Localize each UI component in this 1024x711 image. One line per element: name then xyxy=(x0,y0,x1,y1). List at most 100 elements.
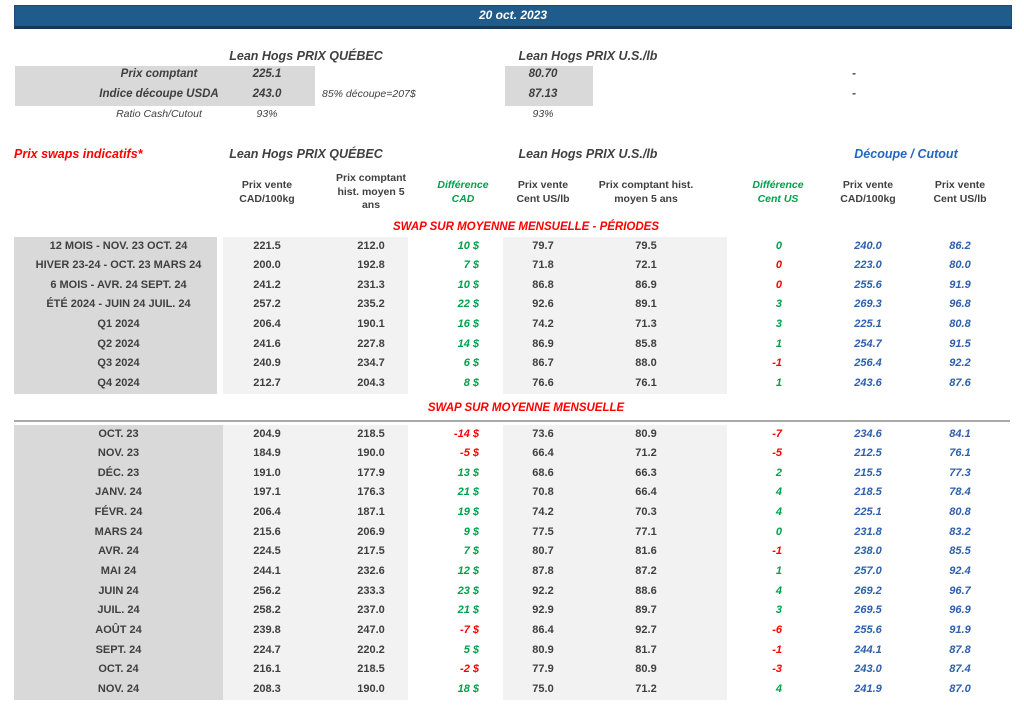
swaps-column-headers: Prix vente CAD/100kg Prix comptant hist.… xyxy=(14,172,1010,219)
us-difference: 3 xyxy=(775,298,782,311)
us-sale-price: 74.2 xyxy=(532,506,554,519)
spot-row-ratio: Ratio Cash/Cutout 93% 93% xyxy=(14,106,1010,126)
cutout-us-price: 76.1 xyxy=(949,447,971,460)
us-difference: 2 xyxy=(775,466,782,479)
us-sale-price: 80.7 xyxy=(532,545,554,558)
us-hist-price: 71.3 xyxy=(635,318,657,331)
cad-sale-price: 208.3 xyxy=(253,682,281,695)
cad-sale-price: 216.1 xyxy=(253,663,281,676)
cad-difference: 16 $ xyxy=(457,318,479,331)
us-hist-price: 92.7 xyxy=(635,623,657,636)
cad-difference: 21 $ xyxy=(457,604,479,617)
price-report-sheet: 20 oct. 2023 Lean Hogs PRIX QUÉBEC Lean … xyxy=(0,0,1024,711)
cutout-us-price: 87.4 xyxy=(949,663,971,676)
spot-us-value: 87.13 xyxy=(528,88,558,100)
spot-quebec-title: Lean Hogs PRIX QUÉBEC xyxy=(229,49,383,63)
row-label: JANV. 24 xyxy=(95,486,142,499)
swap-periods-table: 12 MOIS - NOV. 23 OCT. 24 221.5 212.0 10… xyxy=(14,237,1010,395)
cutout-cad-price: 225.1 xyxy=(854,318,882,331)
cad-sale-price: 191.0 xyxy=(253,466,281,479)
table-row: OCT. 23 204.9 218.5 -14 $ 73.6 80.9 -7 2… xyxy=(14,425,1010,445)
us-difference: -1 xyxy=(772,545,782,558)
cad-difference: 10 $ xyxy=(457,278,479,291)
us-hist-price: 89.1 xyxy=(635,298,657,311)
row-label: NOV. 23 xyxy=(97,447,140,460)
cad-sale-price: 224.7 xyxy=(253,643,281,656)
cutout-us-price: 86.2 xyxy=(949,239,971,252)
cad-difference: 7 $ xyxy=(463,545,479,558)
cad-difference: 9 $ xyxy=(463,525,479,538)
us-sale-price: 86.9 xyxy=(532,337,554,350)
row-label: JUIL. 24 xyxy=(97,604,140,617)
cad-sale-price: 204.9 xyxy=(253,427,281,440)
cutout-cad-price: 223.0 xyxy=(854,259,882,272)
cad-difference: 21 $ xyxy=(457,486,479,499)
cutout-cad-price: 269.2 xyxy=(854,584,882,597)
row-label: AVR. 24 xyxy=(98,545,139,558)
us-sale-price: 68.6 xyxy=(532,466,554,479)
col-header-hist-us: Prix comptant hist. moyen 5 ans xyxy=(598,179,694,205)
table-row: HIVER 23-24 - OCT. 23 MARS 24 200.0 192.… xyxy=(14,257,1010,277)
us-hist-price: 89.7 xyxy=(635,604,657,617)
us-difference: 0 xyxy=(775,278,782,291)
spot-titles: Lean Hogs PRIX QUÉBEC Lean Hogs PRIX U.S… xyxy=(14,49,1010,65)
cutout-cad-price: 218.5 xyxy=(854,486,882,499)
table-row: Q1 2024 206.4 190.1 16 $ 74.2 71.3 3 225… xyxy=(14,316,1010,336)
row-label: 12 MOIS - NOV. 23 OCT. 24 xyxy=(49,239,188,252)
us-difference: 4 xyxy=(775,486,782,499)
spot-us-title: Lean Hogs PRIX U.S./lb xyxy=(518,49,658,63)
us-sale-price: 86.4 xyxy=(532,623,554,636)
us-sale-price: 87.8 xyxy=(532,564,554,577)
table-row: MARS 24 215.6 206.9 9 $ 77.5 77.1 0 231.… xyxy=(14,523,1010,543)
cutout-us-price: 80.8 xyxy=(949,318,971,331)
us-sale-price: 92.9 xyxy=(532,604,554,617)
row-label: Q3 2024 xyxy=(97,357,140,370)
cutout-us-price: 87.0 xyxy=(949,682,971,695)
us-difference: 4 xyxy=(775,506,782,519)
cutout-us-price: 87.8 xyxy=(949,643,971,656)
cutout-title: Découpe / Cutout xyxy=(854,147,958,161)
cad-sale-price: 258.2 xyxy=(253,604,281,617)
table-row: JANV. 24 197.1 176.3 21 $ 70.8 66.4 4 21… xyxy=(14,484,1010,504)
us-hist-price: 80.9 xyxy=(635,663,657,676)
section-header-mensuelle: SWAP SUR MOYENNE MENSUELLE xyxy=(427,402,625,414)
cad-difference: 5 $ xyxy=(463,643,479,656)
table-row: Q2 2024 241.6 227.8 14 $ 86.9 85.8 1 254… xyxy=(14,335,1010,355)
row-label: AOÛT 24 xyxy=(95,623,142,636)
cad-sale-price: 206.4 xyxy=(253,318,281,331)
us-difference: 4 xyxy=(775,682,782,695)
cad-sale-price: 257.2 xyxy=(253,298,281,311)
cutout-us-price: 80.0 xyxy=(949,259,971,272)
table-row: DÉC. 23 191.0 177.9 13 $ 68.6 66.3 2 215… xyxy=(14,464,1010,484)
section-divider xyxy=(14,420,1010,422)
us-sale-price: 73.6 xyxy=(532,427,554,440)
us-difference: 3 xyxy=(775,318,782,331)
cad-difference: -5 $ xyxy=(460,447,479,460)
cutout-us-price: 87.6 xyxy=(949,376,971,389)
us-difference: -3 xyxy=(772,663,782,676)
us-difference: 0 xyxy=(775,525,782,538)
row-label: HIVER 23-24 - OCT. 23 MARS 24 xyxy=(35,259,202,272)
cad-sale-price: 200.0 xyxy=(253,259,281,272)
cad-difference: -2 $ xyxy=(460,663,479,676)
cad-difference: 18 $ xyxy=(457,682,479,695)
cutout-cad-price: 234.6 xyxy=(854,427,882,440)
us-hist-price: 87.2 xyxy=(635,564,657,577)
us-hist-price: 77.1 xyxy=(635,525,657,538)
cutout-us-price: 92.4 xyxy=(949,564,971,577)
table-row: Q3 2024 240.9 234.7 6 $ 86.7 88.0 -1 256… xyxy=(14,355,1010,375)
cutout-us-price: 91.9 xyxy=(949,278,971,291)
us-sale-price: 80.9 xyxy=(532,643,554,656)
swap-monthly-table: OCT. 23 204.9 218.5 -14 $ 73.6 80.9 -7 2… xyxy=(14,425,1010,700)
us-hist-price: 79.5 xyxy=(635,239,657,252)
table-row: AOÛT 24 239.8 247.0 -7 $ 86.4 92.7 -6 25… xyxy=(14,621,1010,641)
cutout-cad-price: 240.0 xyxy=(854,239,882,252)
spot-dash: - xyxy=(852,88,856,100)
cad-sale-price: 256.2 xyxy=(253,584,281,597)
cad-sale-price: 240.9 xyxy=(253,357,281,370)
cad-difference: 10 $ xyxy=(457,239,479,252)
cutout-us-price: 96.9 xyxy=(949,604,971,617)
cutout-us-price: 78.4 xyxy=(949,486,971,499)
cutout-us-price: 92.2 xyxy=(949,357,971,370)
cad-sale-price: 241.2 xyxy=(253,278,281,291)
